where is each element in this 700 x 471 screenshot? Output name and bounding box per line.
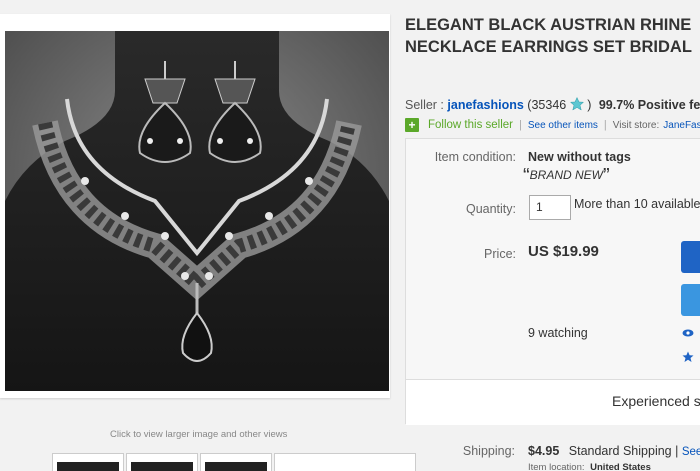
see-other-items-link[interactable]: See other items [528, 120, 598, 131]
image-gallery: Click to view larger image and other vie… [0, 0, 416, 471]
quantity-available: More than 10 available [574, 197, 700, 211]
plus-icon[interactable]: + [405, 118, 419, 132]
quantity-input[interactable]: 1 [529, 195, 571, 220]
thumbnail-1[interactable] [52, 453, 124, 471]
condition-note: “BRAND NEW” [523, 165, 610, 187]
item-title-line-2: NECKLACE EARRINGS SET BRIDAL [405, 38, 692, 56]
watch-star-icon[interactable] [682, 351, 694, 363]
item-location: Item location: United States [528, 462, 651, 471]
main-image-card [0, 14, 390, 398]
seller-info: Seller : janefashions (35346 ) 99.7% Pos… [405, 97, 700, 112]
thumbnail-2[interactable] [126, 453, 198, 471]
thumbnail-3[interactable] [200, 453, 272, 471]
add-to-cart-button[interactable] [681, 284, 700, 316]
follow-seller-link[interactable]: Follow this seller [428, 119, 513, 131]
thumbnail-4[interactable] [274, 453, 416, 471]
visit-store-label: Visit store: [612, 119, 660, 131]
shipping-value: $4.95 Standard Shipping | See [528, 444, 700, 458]
necklace-image-icon [5, 31, 389, 391]
location-value: United States [590, 462, 651, 471]
location-label: Item location: [528, 462, 585, 471]
feedback-score[interactable]: (35346 [527, 98, 566, 112]
store-link[interactable]: JaneFas [663, 120, 700, 131]
item-info: ELEGANT BLACK AUSTRIAN RHINE NECKLACE EA… [405, 0, 700, 471]
main-product-image[interactable] [5, 31, 389, 391]
shipping-label: Shipping: [462, 444, 515, 458]
shipping-cost: $4.95 [528, 444, 560, 458]
price-label: Price: [484, 247, 516, 261]
condition-note-text: BRAND NEW [529, 168, 604, 182]
item-title-line-1: ELEGANT BLACK AUSTRIAN RHINE [405, 16, 692, 34]
purchase-box: Item condition: New without tags “BRAND … [405, 138, 700, 425]
view-larger-text: Click to view larger image and other vie… [110, 429, 288, 440]
seller-label: Seller : [405, 98, 444, 112]
experienced-seller-text: Experienced se [612, 393, 700, 409]
shipping-see-link[interactable]: See [682, 446, 700, 458]
seller-actions: + Follow this seller | See other items |… [405, 118, 700, 132]
seller-name-link[interactable]: janefashions [447, 98, 523, 112]
divider: | [519, 119, 522, 131]
buy-it-now-button[interactable] [681, 241, 700, 273]
eye-icon[interactable] [682, 328, 694, 338]
thumbnail-strip [52, 453, 416, 471]
shipping-method: Standard Shipping [568, 444, 672, 458]
item-title: ELEGANT BLACK AUSTRIAN RHINE NECKLACE EA… [405, 14, 700, 58]
feedback-star-icon [569, 97, 584, 111]
price-value: US $19.99 [528, 243, 599, 260]
quantity-label: Quantity: [465, 202, 516, 216]
condition-value: New without tags [528, 150, 631, 164]
watching-count: 9 watching [528, 326, 588, 340]
divider: | [603, 119, 607, 131]
positive-feedback: 99.7% Positive fe [598, 98, 700, 112]
condition-label: Item condition: [434, 150, 516, 164]
